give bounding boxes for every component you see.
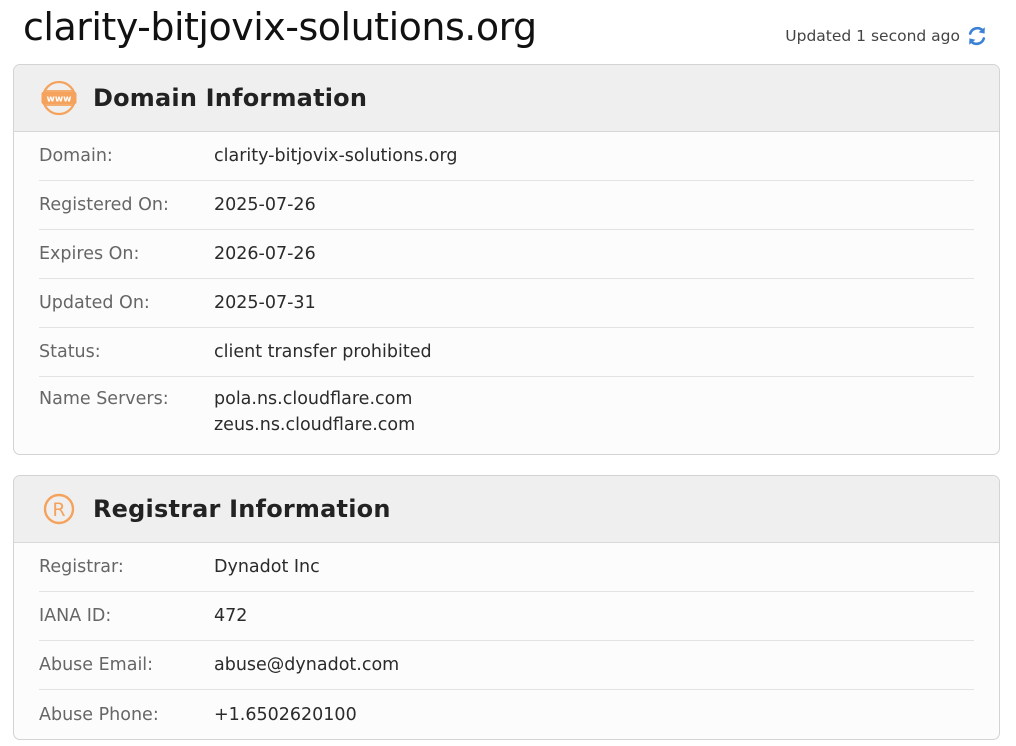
name-server-item: pola.ns.cloudflare.com bbox=[214, 389, 413, 409]
updated-on-row: Updated On: 2025-07-31 bbox=[39, 279, 974, 328]
registrar-label: Registrar: bbox=[39, 557, 124, 577]
updated-on-label: Updated On: bbox=[39, 293, 150, 313]
page-title: clarity-bitjovix-solutions.org bbox=[23, 5, 537, 49]
registered-icon: R bbox=[40, 490, 78, 528]
svg-text:www: www bbox=[47, 94, 72, 104]
registered-on-row: Registered On: 2025-07-26 bbox=[39, 181, 974, 230]
abuse-phone-label: Abuse Phone: bbox=[39, 704, 159, 725]
registered-on-value: 2025-07-26 bbox=[214, 195, 316, 215]
domain-value: clarity-bitjovix-solutions.org bbox=[214, 146, 458, 166]
expires-on-label: Expires On: bbox=[39, 244, 140, 264]
domain-information-card: www Domain Information Domain: clarity-b… bbox=[13, 64, 1000, 455]
domain-information-rows: Domain: clarity-bitjovix-solutions.org R… bbox=[14, 132, 999, 454]
abuse-email-label: Abuse Email: bbox=[39, 655, 154, 675]
expires-on-row: Expires On: 2026-07-26 bbox=[39, 230, 974, 279]
name-server-item: zeus.ns.cloudflare.com bbox=[214, 415, 416, 435]
registrar-row: Registrar: Dynadot Inc bbox=[39, 543, 974, 592]
svg-text:R: R bbox=[52, 499, 65, 521]
domain-row: Domain: clarity-bitjovix-solutions.org bbox=[39, 132, 974, 181]
abuse-email-row: Abuse Email: abuse@dynadot.com bbox=[39, 641, 974, 690]
www-icon: www bbox=[40, 79, 78, 117]
iana-id-value: 472 bbox=[214, 606, 248, 626]
abuse-phone-value: +1.6502620100 bbox=[214, 704, 357, 725]
registrar-value: Dynadot Inc bbox=[214, 557, 320, 577]
registered-on-label: Registered On: bbox=[39, 195, 169, 215]
abuse-email-value: abuse@dynadot.com bbox=[214, 655, 400, 675]
page-header: clarity-bitjovix-solutions.org Updated 1… bbox=[0, 0, 1016, 64]
registrar-information-title: Registrar Information bbox=[93, 495, 391, 523]
refresh-icon[interactable] bbox=[966, 24, 988, 48]
registrar-information-header: R Registrar Information bbox=[14, 476, 999, 543]
domain-information-title: Domain Information bbox=[93, 84, 368, 112]
registrar-information-card: R Registrar Information Registrar: Dynad… bbox=[13, 475, 1000, 740]
domain-label: Domain: bbox=[39, 146, 113, 166]
expires-on-value: 2026-07-26 bbox=[214, 244, 316, 264]
abuse-phone-row: Abuse Phone: +1.6502620100 bbox=[39, 690, 974, 739]
updated-text: Updated 1 second ago bbox=[785, 27, 960, 45]
iana-id-label: IANA ID: bbox=[39, 606, 112, 626]
status-value: client transfer prohibited bbox=[214, 342, 432, 362]
registrar-information-rows: Registrar: Dynadot Inc IANA ID: 472 Abus… bbox=[14, 543, 999, 739]
updated-status: Updated 1 second ago bbox=[785, 24, 988, 48]
status-label: Status: bbox=[39, 342, 101, 362]
domain-information-header: www Domain Information bbox=[14, 65, 999, 132]
name-servers-label: Name Servers: bbox=[39, 389, 169, 409]
iana-id-row: IANA ID: 472 bbox=[39, 592, 974, 641]
status-row: Status: client transfer prohibited bbox=[39, 328, 974, 377]
updated-on-value: 2025-07-31 bbox=[214, 293, 316, 313]
name-servers-list: pola.ns.cloudflare.com zeus.ns.cloudflar… bbox=[214, 389, 415, 435]
name-servers-row: Name Servers: pola.ns.cloudflare.com zeu… bbox=[39, 377, 974, 454]
